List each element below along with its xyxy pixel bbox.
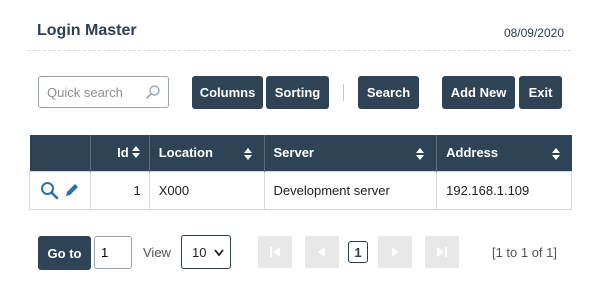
table-header-row: Id Location Server Address <box>29 135 572 171</box>
sort-icon[interactable] <box>551 147 561 161</box>
go-to-button[interactable]: Go to <box>38 236 91 270</box>
cell-location: X000 <box>148 170 265 210</box>
page-date: 08/09/2020 <box>503 26 564 40</box>
quick-search-input[interactable] <box>45 84 149 101</box>
view-icon[interactable] <box>40 181 59 200</box>
column-header-server[interactable]: Server <box>264 135 438 171</box>
next-page-button[interactable] <box>378 236 412 268</box>
row-actions-cell <box>29 170 91 210</box>
column-header-address[interactable]: Address <box>436 135 572 171</box>
first-page-button[interactable] <box>258 236 292 268</box>
cell-id: 1 <box>89 170 150 210</box>
columns-button[interactable]: Columns <box>192 76 263 109</box>
quick-search-field[interactable] <box>38 76 169 108</box>
cell-server: Development server <box>263 170 438 210</box>
last-page-button[interactable] <box>425 236 459 268</box>
column-header-id[interactable]: Id <box>90 135 150 171</box>
sort-icon[interactable] <box>415 147 425 161</box>
prev-page-icon <box>318 247 325 257</box>
sort-icon[interactable] <box>131 145 141 159</box>
search-button[interactable]: Search <box>358 76 419 109</box>
last-page-icon <box>437 247 447 257</box>
page-title: Login Master <box>37 22 137 39</box>
current-page-indicator[interactable]: 1 <box>348 241 368 263</box>
view-label: View <box>143 245 171 260</box>
next-page-icon <box>392 247 399 257</box>
sort-icon[interactable] <box>243 147 253 161</box>
toolbar-separator <box>343 84 344 101</box>
go-to-page-input[interactable] <box>94 236 132 269</box>
table-row[interactable]: 1 X000 Development server 192.168.1.109 <box>29 170 572 210</box>
cell-address: 192.168.1.109 <box>436 170 572 210</box>
chevron-down-icon <box>214 249 224 257</box>
column-header-label: Location <box>158 145 213 161</box>
page-summary: [1 to 1 of 1] <box>491 245 557 260</box>
column-header-label: Id <box>117 145 129 161</box>
page-size-select[interactable]: 10 <box>181 235 231 269</box>
edit-icon[interactable] <box>64 182 80 198</box>
exit-button[interactable]: Exit <box>519 76 562 109</box>
login-table: Id Location Server Address 1 X000 Develo… <box>29 135 572 210</box>
column-header-actions <box>29 135 91 171</box>
search-icon[interactable] <box>145 84 161 100</box>
column-header-label: Server <box>273 145 314 161</box>
prev-page-button[interactable] <box>305 236 339 268</box>
column-header-location[interactable]: Location <box>149 135 265 171</box>
column-header-label: Address <box>446 145 499 161</box>
page-size-value: 10 <box>192 245 207 260</box>
title-divider <box>28 50 571 51</box>
sorting-button[interactable]: Sorting <box>266 76 329 109</box>
first-page-icon <box>270 247 280 257</box>
add-new-button[interactable]: Add New <box>442 76 515 109</box>
